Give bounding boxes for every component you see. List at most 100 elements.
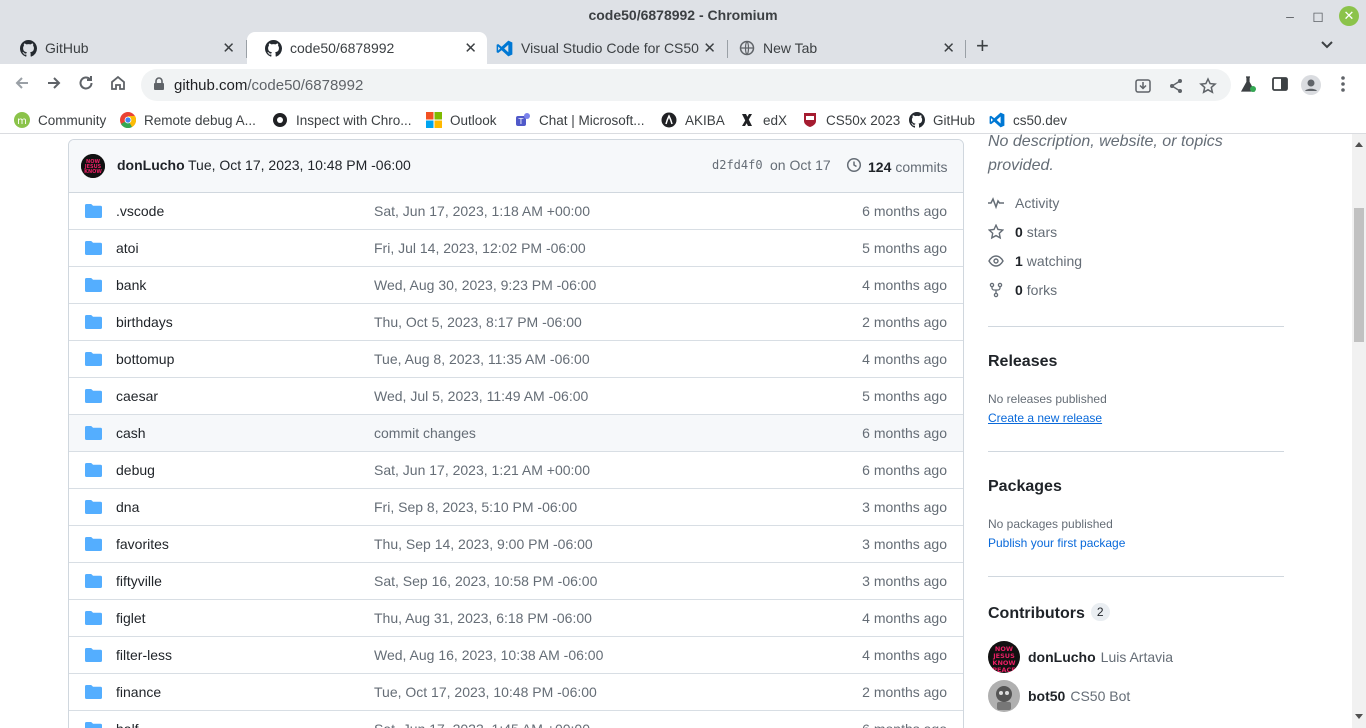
file-row[interactable]: atoi Fri, Jul 14, 2023, 12:02 PM -06:00 5 … <box>69 230 963 267</box>
watchers-link[interactable]: 1 watching <box>988 251 1082 271</box>
file-name-link[interactable]: figlet <box>116 610 146 626</box>
commit-message-link[interactable]: Tue, Oct 17, 2023, 10:48 PM -06:00 <box>188 157 411 173</box>
maximize-button[interactable]: ◻ <box>1308 6 1328 26</box>
bookmark-star-icon[interactable] <box>1199 77 1217 95</box>
file-name-link[interactable]: dna <box>116 499 139 515</box>
bookmark-edx[interactable]: edX <box>739 110 787 130</box>
file-row[interactable]: caesar Wed, Jul 5, 2023, 11:49 AM -06:00 5… <box>69 378 963 415</box>
file-row[interactable]: .vscode Sat, Jun 17, 2023, 1:18 AM +00:00… <box>69 193 963 230</box>
file-commit-message-link[interactable]: Tue, Oct 17, 2023, 10:48 PM -06:00 <box>374 684 597 700</box>
bookmark-teams-chat[interactable]: T Chat | Microsoft... <box>515 110 645 130</box>
minimize-button[interactable]: – <box>1280 6 1300 26</box>
scroll-down-arrow-icon[interactable] <box>1355 714 1363 719</box>
forward-button[interactable] <box>43 74 65 96</box>
bookmark-inspect[interactable]: Inspect with Chro... <box>272 110 412 130</box>
side-panel-icon[interactable] <box>1270 75 1290 95</box>
tab-vscode-cs50[interactable]: Visual Studio Code for CS50 ✕ <box>478 32 726 64</box>
contributors-heading[interactable]: Contributors 2 <box>988 603 1110 623</box>
file-row[interactable]: birthdays Thu, Oct 5, 2023, 8:17 PM -06:0… <box>69 304 963 341</box>
file-commit-message-link[interactable]: Wed, Jul 5, 2023, 11:49 AM -06:00 <box>374 388 588 404</box>
extension-flask-icon[interactable] <box>1238 75 1258 95</box>
file-commit-message-link[interactable]: Thu, Sep 14, 2023, 9:00 PM -06:00 <box>374 536 593 552</box>
file-commit-message-link[interactable]: Sat, Jun 17, 2023, 1:21 AM +00:00 <box>374 462 590 478</box>
profile-avatar-icon[interactable] <box>1301 75 1321 95</box>
file-row[interactable]: debug Sat, Jun 17, 2023, 1:21 AM +00:00 6 … <box>69 452 963 489</box>
file-commit-message-link[interactable]: Sat, Sep 16, 2023, 10:58 PM -06:00 <box>374 573 597 589</box>
tab-close-icon[interactable]: ✕ <box>942 39 955 57</box>
file-name-link[interactable]: atoi <box>116 240 139 256</box>
file-name-link[interactable]: caesar <box>116 388 158 404</box>
file-name-link[interactable]: fiftyville <box>116 573 162 589</box>
bookmark-cs50x[interactable]: CS50x 2023 <box>802 110 900 130</box>
packages-heading[interactable]: Packages <box>988 478 1062 496</box>
file-name-link[interactable]: half <box>116 721 139 728</box>
bookmark-akiba[interactable]: AKIBA <box>661 110 725 130</box>
scrollbar-thumb[interactable] <box>1354 208 1364 342</box>
commit-history-link[interactable]: 124 commits <box>846 157 947 176</box>
file-commit-message-link[interactable]: Sat, Jun 17, 2023, 1:18 AM +00:00 <box>374 203 590 219</box>
file-row[interactable]: fiftyville Sat, Sep 16, 2023, 10:58 PM -0… <box>69 563 963 600</box>
file-name-link[interactable]: bank <box>116 277 146 293</box>
file-commit-message-link[interactable]: Sat, Jun 17, 2023, 1:45 AM +00:00 <box>374 721 590 728</box>
file-name-link[interactable]: favorites <box>116 536 169 552</box>
bookmark-community[interactable]: m Community <box>14 110 106 130</box>
file-row[interactable]: figlet Thu, Aug 31, 2023, 6:18 PM -06:00 4… <box>69 600 963 637</box>
address-bar[interactable]: github.com/code50/6878992 <box>141 69 1231 101</box>
stars-link[interactable]: 0 stars <box>988 222 1057 242</box>
file-name-link[interactable]: birthdays <box>116 314 173 330</box>
file-commit-message-link[interactable]: Fri, Sep 8, 2023, 5:10 PM -06:00 <box>374 499 577 515</box>
tab-new-tab[interactable]: New Tab ✕ <box>720 32 965 64</box>
file-commit-message-link[interactable]: Fri, Jul 14, 2023, 12:02 PM -06:00 <box>374 240 586 256</box>
tab-code50-repo[interactable]: code50/6878992 ✕ <box>247 32 487 64</box>
tab-close-icon[interactable]: ✕ <box>464 39 477 57</box>
file-name-link[interactable]: cash <box>116 425 146 441</box>
page-scrollbar[interactable] <box>1352 134 1366 728</box>
scroll-up-arrow-icon[interactable] <box>1355 142 1363 147</box>
file-row[interactable]: favorites Thu, Sep 14, 2023, 9:00 PM -06:… <box>69 526 963 563</box>
file-row[interactable]: half Sat, Jun 17, 2023, 1:45 AM +00:00 6 m… <box>69 711 963 728</box>
lock-icon[interactable] <box>153 77 165 94</box>
back-button[interactable] <box>11 74 33 96</box>
file-commit-message-link[interactable]: Tue, Aug 8, 2023, 11:35 AM -06:00 <box>374 351 590 367</box>
contributor-item[interactable]: bot50 CS50 Bot <box>988 680 1130 712</box>
forks-link[interactable]: 0 forks <box>988 280 1057 300</box>
install-app-icon[interactable] <box>1134 77 1152 95</box>
file-commit-message-link[interactable]: Thu, Aug 31, 2023, 6:18 PM -06:00 <box>374 610 592 626</box>
tab-github[interactable]: GitHub ✕ <box>2 32 245 64</box>
bookmark-remote-debug[interactable]: Remote debug A... <box>120 110 256 130</box>
file-commit-message-link[interactable]: Wed, Aug 16, 2023, 10:38 AM -06:00 <box>374 647 603 663</box>
file-commit-message-link[interactable]: Thu, Oct 5, 2023, 8:17 PM -06:00 <box>374 314 582 330</box>
file-name-link[interactable]: filter-less <box>116 647 172 663</box>
tab-close-icon[interactable]: ✕ <box>703 39 716 57</box>
bookmark-github[interactable]: GitHub <box>909 110 975 130</box>
new-tab-button[interactable]: + <box>976 35 989 57</box>
releases-heading[interactable]: Releases <box>988 353 1057 371</box>
file-row[interactable]: filter-less Wed, Aug 16, 2023, 10:38 AM -… <box>69 637 963 674</box>
file-row[interactable]: bank Wed, Aug 30, 2023, 9:23 PM -06:00 4 m… <box>69 267 963 304</box>
reload-button[interactable] <box>75 74 97 96</box>
file-row[interactable]: finance Tue, Oct 17, 2023, 10:48 PM -06:0… <box>69 674 963 711</box>
commit-author-link[interactable]: donLucho <box>117 157 185 173</box>
close-window-button[interactable]: ✕ <box>1339 6 1359 26</box>
file-name-link[interactable]: .vscode <box>116 203 164 219</box>
activity-link[interactable]: Activity <box>988 193 1059 213</box>
share-icon[interactable] <box>1167 77 1185 95</box>
tab-close-icon[interactable]: ✕ <box>222 39 235 57</box>
avatar[interactable]: NOW JESUS KNOW <box>81 154 105 178</box>
file-name-link[interactable]: debug <box>116 462 155 478</box>
tab-search-chevron-icon[interactable] <box>1320 37 1334 53</box>
contributor-item[interactable]: NOW JESUS KNOW PEACE donLucho Luis Artavia <box>988 641 1173 673</box>
file-name-link[interactable]: finance <box>116 684 161 700</box>
menu-kebab-icon[interactable] <box>1333 75 1353 95</box>
file-name-link[interactable]: bottomup <box>116 351 174 367</box>
file-row[interactable]: cash commit changes 6 months ago <box>69 415 963 452</box>
file-row[interactable]: dna Fri, Sep 8, 2023, 5:10 PM -06:00 3 mon… <box>69 489 963 526</box>
commit-sha-link[interactable]: d2fd4f0 <box>712 158 763 172</box>
file-commit-message-link[interactable]: Wed, Aug 30, 2023, 9:23 PM -06:00 <box>374 277 596 293</box>
bookmark-outlook[interactable]: Outlook <box>426 110 497 130</box>
file-commit-message-link[interactable]: commit changes <box>374 425 476 441</box>
home-button[interactable] <box>107 74 129 96</box>
file-row[interactable]: bottomup Tue, Aug 8, 2023, 11:35 AM -06:0… <box>69 341 963 378</box>
bookmark-cs50-dev[interactable]: cs50.dev <box>989 110 1067 130</box>
create-release-link[interactable]: Create a new release <box>988 411 1102 425</box>
